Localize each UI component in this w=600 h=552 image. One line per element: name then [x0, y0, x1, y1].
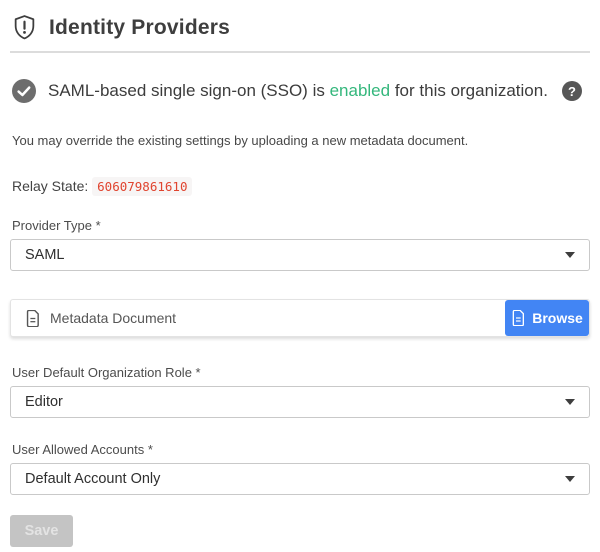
header-divider	[10, 51, 590, 53]
org-role-select[interactable]: Editor	[10, 386, 590, 418]
page-title: Identity Providers	[49, 16, 230, 40]
document-icon	[511, 310, 525, 326]
relay-state-value: 606079861610	[92, 177, 192, 196]
document-icon	[25, 310, 40, 327]
allowed-accounts-value: Default Account Only	[25, 471, 565, 487]
page-header: Identity Providers	[10, 12, 590, 42]
org-role-value: Editor	[25, 394, 565, 410]
provider-type-value: SAML	[25, 247, 565, 263]
check-circle-icon	[12, 79, 36, 103]
sso-status-text-before: SAML-based single sign-on (SSO) is	[48, 81, 325, 100]
metadata-document-label-area: Metadata Document	[11, 300, 505, 336]
allowed-accounts-select[interactable]: Default Account Only	[10, 463, 590, 495]
sso-status-enabled: enabled	[330, 81, 391, 100]
save-button[interactable]: Save	[10, 515, 73, 547]
chevron-down-icon	[565, 476, 575, 482]
org-role-label: User Default Organization Role *	[10, 365, 590, 380]
relay-state-label: Relay State:	[12, 178, 88, 194]
help-icon[interactable]: ?	[562, 81, 582, 101]
sso-status-row: SAML-based single sign-on (SSO) is enabl…	[10, 79, 590, 103]
relay-state: Relay State: 606079861610	[10, 178, 590, 194]
sso-status-text-after: for this organization.	[395, 81, 548, 100]
sso-status-text: SAML-based single sign-on (SSO) is enabl…	[48, 81, 548, 101]
metadata-document-input[interactable]: Metadata Document Browse	[10, 299, 590, 337]
identity-providers-panel: Identity Providers SAML-based single sig…	[0, 0, 600, 552]
provider-type-field: Provider Type * SAML	[10, 218, 590, 271]
allowed-accounts-field: User Allowed Accounts * Default Account …	[10, 442, 590, 495]
chevron-down-icon	[565, 399, 575, 405]
org-role-field: User Default Organization Role * Editor	[10, 365, 590, 418]
provider-type-label: Provider Type *	[10, 218, 590, 233]
override-description: You may override the existing settings b…	[10, 133, 590, 148]
provider-type-select[interactable]: SAML	[10, 239, 590, 271]
browse-button-label: Browse	[532, 310, 583, 326]
chevron-down-icon	[565, 252, 575, 258]
allowed-accounts-label: User Allowed Accounts *	[10, 442, 590, 457]
shield-exclamation-icon	[12, 14, 37, 42]
metadata-document-placeholder: Metadata Document	[50, 310, 176, 326]
browse-button[interactable]: Browse	[505, 300, 589, 336]
